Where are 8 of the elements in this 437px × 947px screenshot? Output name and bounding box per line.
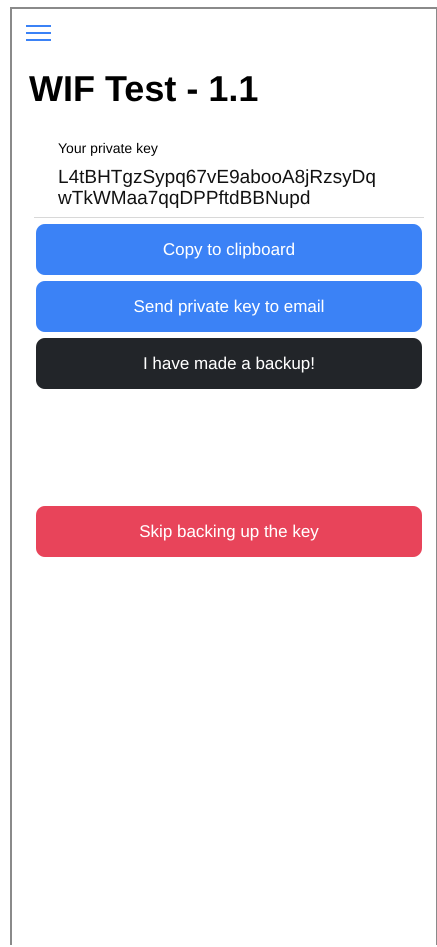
action-button[interactable]: I have made a backup! (36, 338, 422, 389)
field-label: Your private key (58, 139, 159, 157)
page-title: WIF Test - 1.1 (29, 67, 260, 111)
skip-button[interactable]: Skip backing up the key (36, 506, 422, 557)
private-key-text: L4tBHTgzSypq67vE9abooA8jRzsyDq wTkWMaa7qqDPPftdBBNupd (58, 167, 377, 209)
action-button[interactable]: Send private key to email (36, 281, 422, 332)
menu-icon[interactable] (26, 25, 51, 41)
action-button[interactable]: Copy to clipboard (36, 224, 422, 275)
